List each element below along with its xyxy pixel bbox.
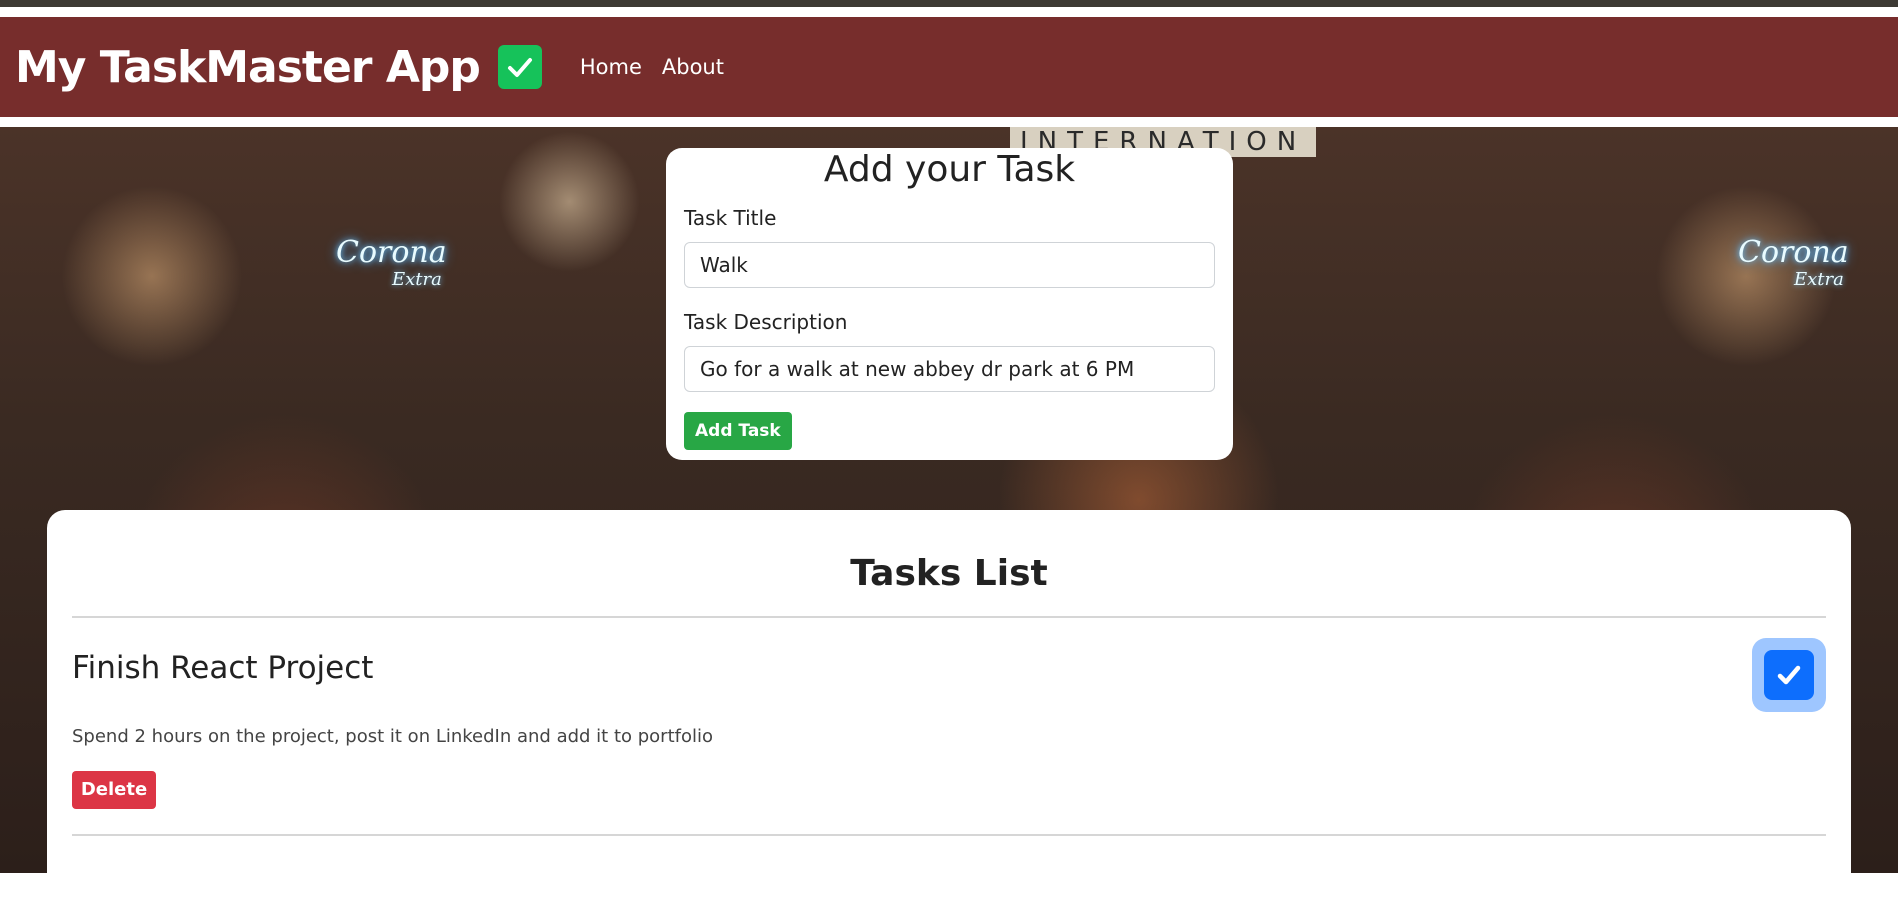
brand[interactable]: My TaskMaster App xyxy=(15,42,542,93)
task-description: Spend 2 hours on the project, post it on… xyxy=(72,726,714,747)
check-icon xyxy=(497,45,542,89)
task-complete-checkbox[interactable] xyxy=(1752,638,1826,712)
nav-home-link[interactable]: Home xyxy=(580,55,642,79)
background-sign: Corona xyxy=(1738,235,1849,270)
navbar: My TaskMaster App Home About xyxy=(0,17,1898,117)
task-title: Finish React Project xyxy=(72,650,374,686)
nav-links: Home About xyxy=(580,55,744,79)
task-title-label: Task Title xyxy=(684,206,777,230)
task-description-label: Task Description xyxy=(684,310,848,334)
top-strip xyxy=(0,0,1898,7)
task-title-input[interactable]: Walk xyxy=(684,242,1215,288)
add-task-button[interactable]: Add Task xyxy=(684,412,792,450)
delete-button[interactable]: Delete xyxy=(72,771,156,809)
background-sign-sub: Extra xyxy=(392,269,442,290)
task-item: Finish React Project Spend 2 hours on th… xyxy=(72,618,1826,836)
checkbox-check-icon xyxy=(1764,650,1814,700)
background-sign-sub: Extra xyxy=(1794,269,1844,290)
tasks-list-heading: Tasks List xyxy=(850,553,1048,594)
add-task-form: Add your Task Task Title Walk Task Descr… xyxy=(666,148,1233,460)
task-description-input[interactable]: Go for a walk at new abbey dr park at 6 … xyxy=(684,346,1215,392)
tasks-list: Tasks List Finish React Project Spend 2 … xyxy=(47,510,1851,910)
divider xyxy=(72,834,1826,836)
form-title: Add your Task xyxy=(823,149,1076,190)
app-title: My TaskMaster App xyxy=(15,41,481,93)
nav-about-link[interactable]: About xyxy=(662,55,724,79)
background-sign: Corona xyxy=(336,235,447,270)
